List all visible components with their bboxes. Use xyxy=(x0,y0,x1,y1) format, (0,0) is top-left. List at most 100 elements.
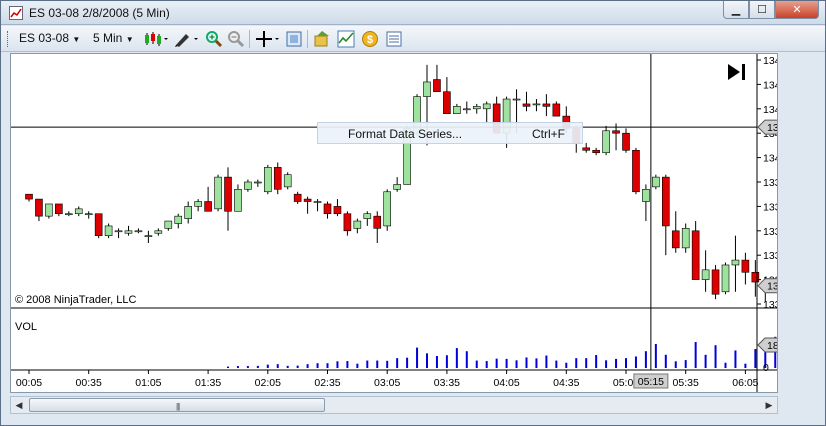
zoom-out-icon[interactable] xyxy=(227,30,245,48)
candle xyxy=(264,164,272,195)
candle xyxy=(144,230,153,243)
bar-type-icon[interactable] xyxy=(143,30,169,48)
time-tick-label: 00:35 xyxy=(76,377,102,389)
close-button[interactable]: ✕ xyxy=(775,1,819,19)
candle-body xyxy=(114,230,123,233)
candle xyxy=(542,94,551,117)
instrument-label: ES 03-08 xyxy=(19,31,70,45)
candle xyxy=(254,179,262,187)
candle xyxy=(622,128,630,153)
data-box-icon[interactable] xyxy=(385,30,403,48)
instrument-selector[interactable]: ES 03-08 ▼ xyxy=(19,31,80,45)
candle-body xyxy=(642,189,650,202)
context-menu: Format Data Series... Ctrl+F xyxy=(317,122,583,144)
candle-body xyxy=(482,103,491,110)
svg-text:$: $ xyxy=(367,34,373,46)
window-title: ES 03-08 2/8/2008 (5 Min) xyxy=(29,6,170,20)
candle xyxy=(25,193,33,202)
candle-body xyxy=(532,103,541,106)
candle xyxy=(214,174,222,212)
candle xyxy=(194,199,202,212)
candle-body xyxy=(383,191,392,227)
strategies-icon[interactable] xyxy=(313,30,331,48)
properties-icon[interactable] xyxy=(285,30,303,48)
candle-body xyxy=(45,203,53,217)
candle xyxy=(373,211,382,243)
candle xyxy=(273,162,282,195)
candle-body xyxy=(164,220,173,229)
crosshair-icon[interactable] xyxy=(255,30,281,48)
time-tick-label: 03:35 xyxy=(434,377,460,389)
crosshair-time-marker: 05:15 xyxy=(633,373,669,389)
candle-body xyxy=(94,213,103,236)
zoom-in-icon[interactable] xyxy=(205,30,223,48)
format-data-series-menu-item[interactable]: Format Data Series... xyxy=(348,127,462,141)
scroll-right-icon[interactable]: ▶ xyxy=(761,397,777,413)
candle-body xyxy=(154,230,163,234)
candlestick-chart[interactable]: 0 © 2008 NinjaTrader, LLC VOL 1344.00 134… xyxy=(11,54,817,392)
candle-body xyxy=(472,106,481,110)
candle xyxy=(283,172,292,190)
candle xyxy=(383,189,392,231)
candle-body xyxy=(671,230,680,249)
scroll-thumb[interactable]: ||| xyxy=(29,398,325,412)
candle xyxy=(661,174,670,256)
candle xyxy=(472,103,481,114)
candle xyxy=(74,206,83,217)
candle xyxy=(691,221,700,280)
candle-body xyxy=(124,230,133,234)
candle-body xyxy=(273,167,282,190)
candle-body xyxy=(313,201,322,203)
candle xyxy=(84,211,93,219)
candle-body xyxy=(652,176,660,188)
candle-body xyxy=(373,215,382,229)
candle-body xyxy=(174,215,183,224)
candle xyxy=(154,228,163,236)
candle-body xyxy=(254,181,262,184)
time-tick-label: 03:05 xyxy=(374,377,400,389)
price-tick-label: 1338.00 xyxy=(763,201,777,213)
chart-window: ES 03-08 2/8/2008 (5 Min) ▁ ☐ ✕ ES 03-08… xyxy=(0,0,826,426)
candle xyxy=(35,198,43,222)
time-tick-label: 02:05 xyxy=(255,377,281,389)
candle xyxy=(482,101,491,124)
candle-body xyxy=(84,213,93,216)
candle xyxy=(174,213,183,229)
candle xyxy=(184,201,192,224)
candle xyxy=(363,211,372,226)
maximize-button[interactable]: ☐ xyxy=(749,1,775,19)
time-tick-label: 06:05 xyxy=(732,377,758,389)
candle-body xyxy=(592,149,600,154)
crosshair-price-marker: 1341.25 xyxy=(757,119,805,135)
candle xyxy=(433,64,441,93)
candle-body xyxy=(74,208,83,215)
time-tick-label: 00:05 xyxy=(16,377,42,389)
candle-body xyxy=(423,81,431,97)
go-to-end-button[interactable] xyxy=(728,64,745,80)
candle xyxy=(244,179,252,192)
candle-body xyxy=(433,79,441,93)
candle-body xyxy=(622,132,630,151)
chart-trader-icon[interactable]: $ xyxy=(361,30,379,48)
candle-body xyxy=(741,259,750,273)
candle-body xyxy=(333,206,342,215)
candle xyxy=(224,167,232,231)
chart-panel[interactable]: 0 © 2008 NinjaTrader, LLC VOL 1344.00 134… xyxy=(10,53,817,393)
candle-body xyxy=(134,230,143,233)
candle xyxy=(453,103,461,114)
title-bar[interactable]: ES 03-08 2/8/2008 (5 Min) ▁ ☐ ✕ xyxy=(1,1,825,25)
scroll-left-icon[interactable]: ◀ xyxy=(11,397,27,413)
indicators-icon[interactable] xyxy=(337,30,355,48)
drawing-pen-icon[interactable] xyxy=(173,30,199,48)
time-marker-text: 05:15 xyxy=(638,376,664,388)
horizontal-scrollbar[interactable]: ◀ ||| ▶ xyxy=(10,396,778,414)
candle xyxy=(164,220,173,231)
candle xyxy=(522,91,531,112)
toolbar-grip[interactable] xyxy=(7,31,10,47)
time-tick-label: 01:35 xyxy=(195,377,221,389)
interval-selector[interactable]: 5 Min ▼ xyxy=(93,31,134,45)
candle xyxy=(652,174,660,190)
candle-body xyxy=(731,259,740,266)
minimize-button[interactable]: ▁ xyxy=(723,1,749,19)
candle xyxy=(602,125,610,156)
